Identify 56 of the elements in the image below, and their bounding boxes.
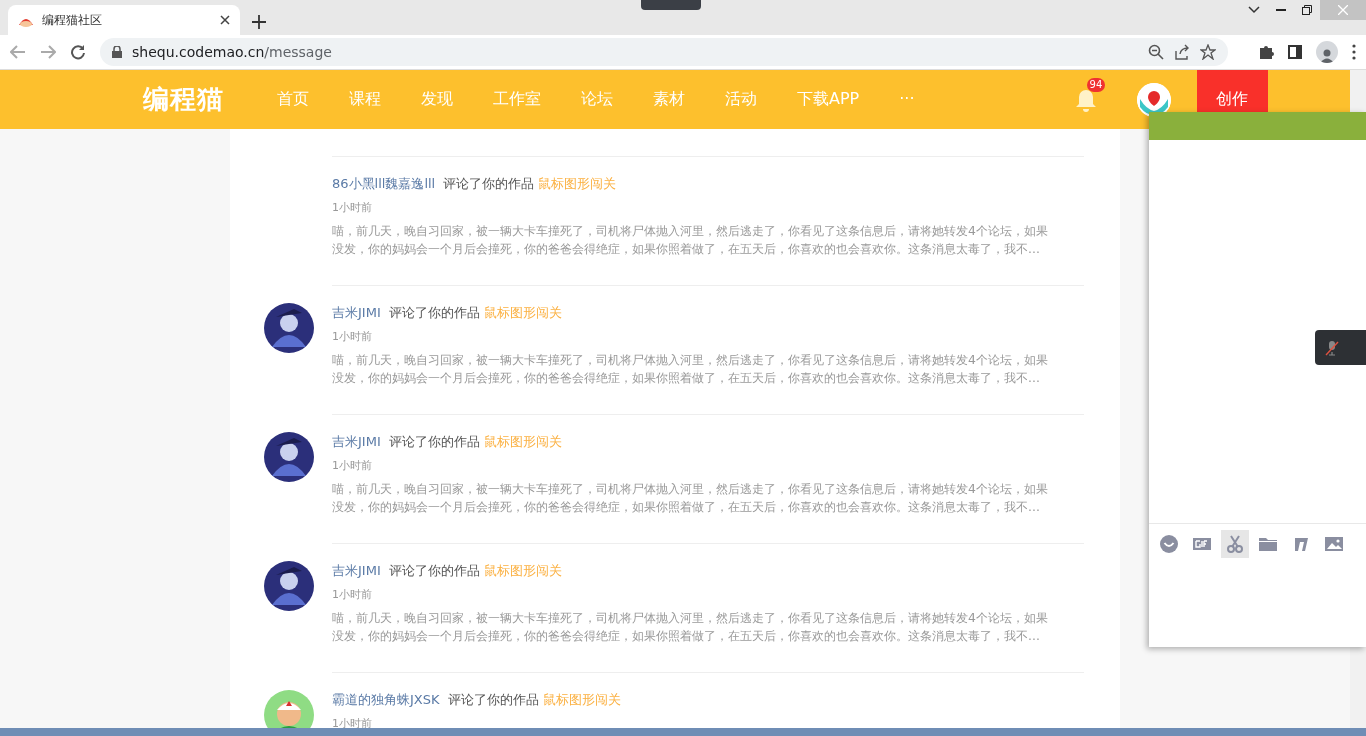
comment-text: 喵，前几天，晚自习回家，被一辆大卡车撞死了，司机将尸体抛入河里，然后逃走了，你看见了这条信息后，请将她转发4个论坛，如果 没发，你的妈妈会一个月后会撞死，你的爸爸会得绝症，如果你照着做了，在五天后，你喜欢的也会喜欢你。这条消息太毒了，我不... — [332, 480, 1048, 516]
lock-icon — [112, 46, 122, 58]
comment-text: 喵，前几天，晚自习回家，被一辆大卡车撞死了，司机将尸体抛入河里，然后逃走了，你看见了这条信息后，请将她转发4个论坛，如果 没发，你的妈妈会一个月后会撞死，你的爸爸会得绝症，如果你照着做了，在五天后，你喜欢的也会喜欢你。这条消息太毒了，我不... — [332, 222, 1048, 258]
work-link[interactable]: 鼠标图形闯关 — [538, 176, 617, 191]
work-link[interactable]: 鼠标图形闯关 — [542, 692, 621, 707]
timestamp: 1小时前 — [332, 716, 373, 731]
zoom-out-icon[interactable] — [1148, 44, 1164, 60]
nav-link[interactable]: 工作室 — [493, 89, 541, 110]
bell-icon[interactable] — [1074, 87, 1097, 112]
action-text: 评论了你的作品 — [447, 692, 539, 707]
profile-icon[interactable] — [1316, 41, 1338, 63]
user-name[interactable]: 霸道的独角蛛JXSK — [332, 692, 440, 707]
user-avatar[interactable] — [264, 432, 314, 482]
nav-link[interactable]: 首页 — [277, 89, 309, 110]
nav-link[interactable]: 课程 — [349, 89, 381, 110]
back-icon[interactable] — [10, 45, 26, 59]
nav-link[interactable]: 下载APP — [797, 89, 860, 110]
star-icon[interactable] — [1200, 44, 1216, 60]
share-icon[interactable] — [1174, 44, 1190, 60]
nav-link[interactable]: 素材 — [653, 89, 685, 110]
address-bar[interactable]: shequ.codemao.cn/message — [100, 38, 1228, 66]
muted-mic-icon[interactable] — [1325, 339, 1339, 356]
action-text: 评论了你的作品 — [388, 305, 480, 320]
nav-link[interactable]: ··· — [899, 89, 915, 110]
comment-text: 喵，前几天，晚自习回家，被一辆大卡车撞死了，司机将尸体抛入河里，然后逃走了，你看见了这条信息后，请将她转发4个论坛，如果 没发，你的妈妈会一个月后会撞死，你的爸爸会得绝症，如果你照着做了，在五天后，你喜欢的也会喜欢你。这条消息太毒了，我不... — [332, 609, 1048, 645]
close-icon[interactable] — [220, 15, 230, 25]
work-link[interactable]: 鼠标图形闯关 — [483, 305, 562, 320]
plus-icon[interactable] — [252, 15, 266, 29]
puzzle-icon[interactable] — [1258, 44, 1274, 60]
timestamp: 1小时前 — [332, 587, 373, 602]
nav-link[interactable]: 发现 — [421, 89, 453, 110]
nav-link[interactable]: 论坛 — [581, 89, 613, 110]
work-link[interactable]: 鼠标图形闯关 — [483, 563, 562, 578]
user-avatar[interactable] — [264, 561, 314, 611]
user-name[interactable]: 86小黑lll魏嘉逸lll — [332, 176, 436, 191]
user-name[interactable]: 吉米JIMI — [332, 563, 381, 578]
nav-link[interactable]: 活动 — [725, 89, 757, 110]
user-name[interactable]: 吉米JIMI — [332, 305, 381, 320]
timestamp: 1小时前 — [332, 458, 373, 473]
comment-text: 喵，前几天，晚自习回家，被一辆大卡车撞死了，司机将尸体抛入河里，然后逃走了，你看见了这条信息后，请将她转发4个论坛，如果 没发，你的妈妈会一个月后会撞死，你的爸爸会得绝症，如果你照着做了，在五天后，你喜欢的也会喜欢你。这条消息太毒了，我不... — [332, 351, 1048, 387]
user-name[interactable]: 吉米JIMI — [332, 434, 381, 449]
menu-icon[interactable] — [1352, 44, 1356, 60]
action-text: 评论了你的作品 — [388, 563, 480, 578]
forward-icon[interactable] — [40, 45, 56, 59]
reload-icon[interactable] — [70, 44, 86, 60]
work-link[interactable]: 鼠标图形闯关 — [483, 434, 562, 449]
restore-icon[interactable] — [1302, 5, 1312, 15]
timestamp: 1小时前 — [332, 200, 373, 215]
site-logo[interactable]: 编程猫 — [143, 82, 253, 117]
notification-badge: 94 — [1086, 77, 1106, 92]
action-text: 评论了你的作品 — [388, 434, 480, 449]
timestamp: 1小时前 — [332, 329, 373, 344]
chevron-down-icon[interactable] — [1248, 6, 1260, 14]
user-avatar[interactable] — [264, 303, 314, 353]
side-panel-icon[interactable] — [1288, 45, 1302, 59]
action-text: 评论了你的作品 — [443, 176, 535, 191]
